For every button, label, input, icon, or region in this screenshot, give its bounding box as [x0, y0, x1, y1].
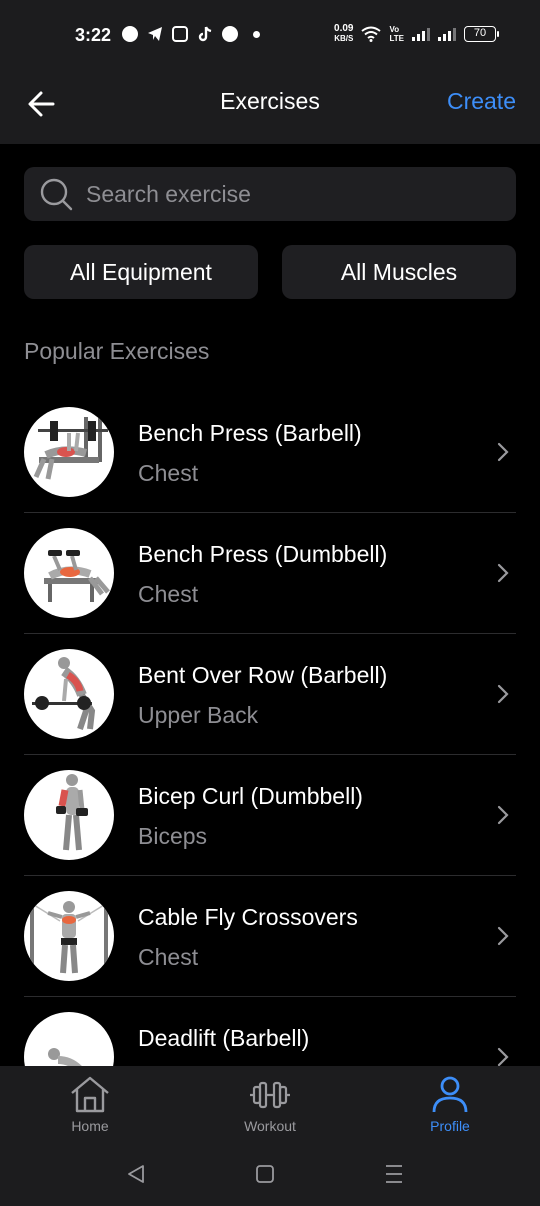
wifi-icon: [361, 26, 382, 42]
system-status: 0.09 KB/S Vo LTE 70: [334, 24, 499, 44]
chevron-right-icon: [497, 1047, 509, 1066]
tiktok-icon: [197, 26, 213, 42]
exercise-row[interactable]: Deadlift (Barbell): [0, 997, 540, 1066]
home-square-icon[interactable]: [253, 1162, 277, 1186]
chevron-right-icon: [497, 805, 509, 825]
nav-home-label: Home: [71, 1118, 109, 1134]
exercise-name: Deadlift (Barbell): [138, 1025, 310, 1051]
exercise-thumbnail: [24, 649, 114, 739]
create-button[interactable]: Create: [447, 88, 516, 115]
chat-notification-icon: [122, 26, 138, 42]
network-speed-value: 0.09: [334, 23, 354, 34]
status-bar: 3:22 0.09 KB/S Vo LTE 70: [0, 0, 540, 72]
network-speed-unit: KB/S: [334, 34, 354, 43]
signal-icon-2: [438, 27, 456, 41]
chevron-right-icon: [497, 926, 509, 946]
app-header: Exercises Create: [0, 72, 540, 144]
exercise-row[interactable]: Bench Press (Dumbbell) Chest: [0, 513, 540, 634]
nav-workout[interactable]: Workout: [180, 1066, 360, 1142]
back-triangle-icon[interactable]: [124, 1162, 148, 1186]
nav-profile-label: Profile: [430, 1118, 470, 1134]
chevron-right-icon: [497, 442, 509, 462]
search-bar[interactable]: [24, 167, 516, 221]
network-speed: 0.09 KB/S: [334, 24, 353, 44]
nav-home[interactable]: Home: [0, 1066, 180, 1142]
home-icon: [71, 1076, 109, 1113]
volte-indicator: Vo LTE: [389, 25, 404, 43]
exercise-muscle: Upper Back: [138, 702, 259, 728]
bench-press-illustration: [33, 417, 108, 480]
status-time: 3:22: [75, 25, 112, 45]
section-title: Popular Exercises: [24, 338, 210, 364]
exercise-row[interactable]: Bench Press (Barbell) Chest: [0, 392, 540, 513]
exercise-thumbnail: [24, 770, 114, 860]
exercise-name: Bent Over Row (Barbell): [138, 662, 388, 688]
search-input[interactable]: [86, 167, 506, 221]
exercise-name: Bicep Curl (Dumbbell): [138, 783, 363, 809]
exercise-thumbnail: [24, 1012, 114, 1066]
bottom-nav: Home Workout Profile: [0, 1066, 540, 1142]
recents-menu-icon[interactable]: [382, 1162, 406, 1186]
exercise-muscle: Biceps: [138, 823, 208, 849]
app-notification-icon: [222, 26, 238, 42]
exercise-thumbnail: [24, 528, 114, 618]
search-icon: [40, 178, 73, 211]
system-navigation-bar: [0, 1142, 540, 1206]
cable-fly-illustration: [30, 899, 108, 975]
nav-workout-label: Workout: [244, 1118, 296, 1134]
chevron-right-icon: [497, 684, 509, 704]
exercise-name: Cable Fly Crossovers: [138, 904, 358, 930]
chevron-right-icon: [497, 563, 509, 583]
profile-icon: [432, 1076, 468, 1113]
signal-icon-1: [412, 27, 430, 41]
exercise-muscle: Chest: [138, 944, 199, 970]
exercise-thumbnail: [24, 891, 114, 981]
exercise-thumbnail: [24, 407, 114, 497]
lte-label: LTE: [389, 34, 404, 43]
exercise-muscle: Chest: [138, 460, 199, 486]
telegram-icon: [147, 26, 163, 42]
exercise-row[interactable]: Bent Over Row (Barbell) Upper Back: [0, 634, 540, 755]
instagram-icon: [172, 26, 188, 42]
exercise-name: Bench Press (Barbell): [138, 420, 362, 446]
battery-icon: 70: [464, 26, 499, 42]
deadlift-illustration: [48, 1048, 82, 1066]
bent-over-row-illustration: [32, 657, 96, 730]
exercise-list: Bench Press (Barbell) Chest Bench Press …: [0, 392, 540, 1066]
dumbbell-icon: [250, 1081, 290, 1109]
muscles-filter-button[interactable]: All Muscles: [282, 245, 516, 299]
exercise-muscle: Chest: [138, 581, 199, 607]
exercise-row[interactable]: Bicep Curl (Dumbbell) Biceps: [0, 755, 540, 876]
notification-icons: [122, 26, 260, 42]
more-notifications-dot: [253, 30, 260, 38]
exercise-row[interactable]: Cable Fly Crossovers Chest: [0, 876, 540, 997]
exercise-name: Bench Press (Dumbbell): [138, 541, 388, 567]
equipment-filter-button[interactable]: All Equipment: [24, 245, 258, 299]
bicep-curl-illustration: [56, 774, 88, 851]
dumbbell-bench-press-illustration: [44, 550, 110, 602]
nav-profile[interactable]: Profile: [360, 1066, 540, 1142]
volte-label: Vo: [389, 25, 400, 34]
